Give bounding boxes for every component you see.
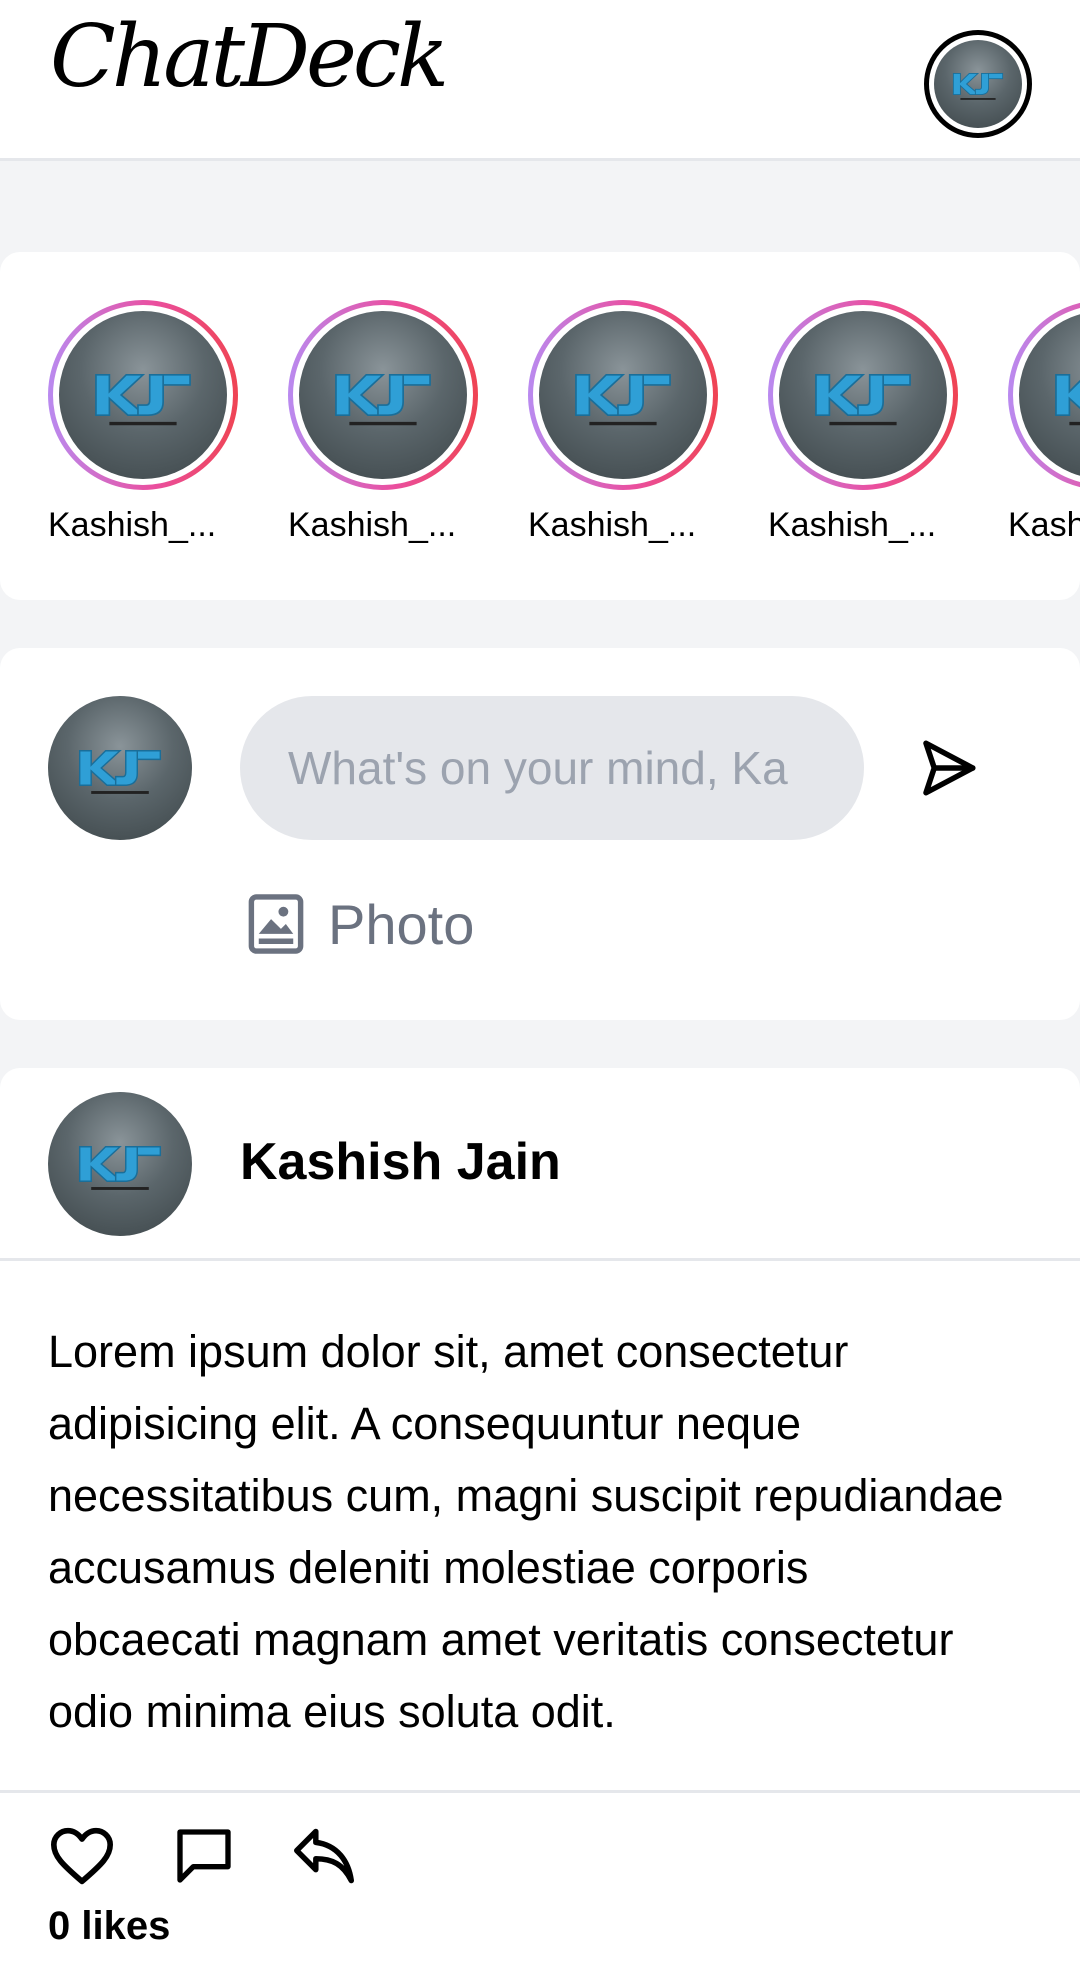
- story-ring: [768, 300, 958, 490]
- kj-avatar-icon: [59, 311, 227, 479]
- story-item[interactable]: Kashish_...: [768, 300, 958, 545]
- add-photo-button[interactable]: Photo: [246, 888, 474, 960]
- story-ring: [528, 300, 718, 490]
- kj-avatar-icon: [779, 311, 947, 479]
- post-composer: Photo: [0, 648, 1080, 1020]
- share-icon: [293, 1828, 354, 1884]
- story-item[interactable]: Kashish_...: [528, 300, 718, 545]
- comment-button[interactable]: [168, 1820, 240, 1892]
- post-author-name[interactable]: Kashish Jain: [240, 1132, 561, 1192]
- post-text-input[interactable]: [240, 696, 864, 840]
- comment-icon: [177, 1829, 231, 1883]
- like-button[interactable]: [46, 1820, 118, 1892]
- app-logo[interactable]: ChatDeck: [50, 14, 449, 100]
- story-username: Kashish_...: [48, 506, 217, 544]
- kj-avatar-icon: [299, 311, 467, 479]
- kj-avatar-icon: [934, 40, 1022, 128]
- post-card: Kashish Jain Lorem ipsum dolor sit, amet…: [0, 1068, 1080, 1968]
- send-icon: [923, 740, 976, 796]
- kj-avatar-icon: [1019, 311, 1080, 479]
- story-item[interactable]: Kash: [1008, 300, 1080, 545]
- post-author-avatar[interactable]: [48, 1092, 192, 1236]
- story-username: Kashish_...: [768, 506, 937, 544]
- story-item[interactable]: Kashish_...: [288, 300, 478, 545]
- divider: [0, 1258, 1080, 1261]
- story-ring: [1008, 300, 1080, 490]
- send-button[interactable]: [910, 730, 986, 806]
- divider: [0, 1790, 1080, 1793]
- story-username: Kashish_...: [528, 506, 697, 544]
- app-header: ChatDeck: [0, 0, 1080, 161]
- share-button[interactable]: [288, 1820, 360, 1892]
- photo-label: Photo: [328, 892, 475, 956]
- composer-avatar: [48, 696, 192, 840]
- kj-avatar-icon: [539, 311, 707, 479]
- heart-icon: [50, 1827, 113, 1885]
- profile-avatar-button[interactable]: [924, 30, 1032, 138]
- story-username: Kash: [1008, 506, 1080, 544]
- story-ring: [288, 300, 478, 490]
- story-item[interactable]: Kashish_...: [48, 300, 238, 545]
- photo-icon: [248, 894, 304, 954]
- story-ring: [48, 300, 238, 490]
- story-username: Kashish_...: [288, 506, 457, 544]
- kj-avatar-icon: [48, 1092, 192, 1236]
- kj-avatar-icon: [48, 696, 192, 840]
- stories-strip: Kashish_... Kashish_... Kashish_... Kash…: [0, 252, 1080, 600]
- likes-count: 0 likes: [48, 1904, 171, 1948]
- post-body-text: Lorem ipsum dolor sit, amet consectetur …: [48, 1326, 1004, 1737]
